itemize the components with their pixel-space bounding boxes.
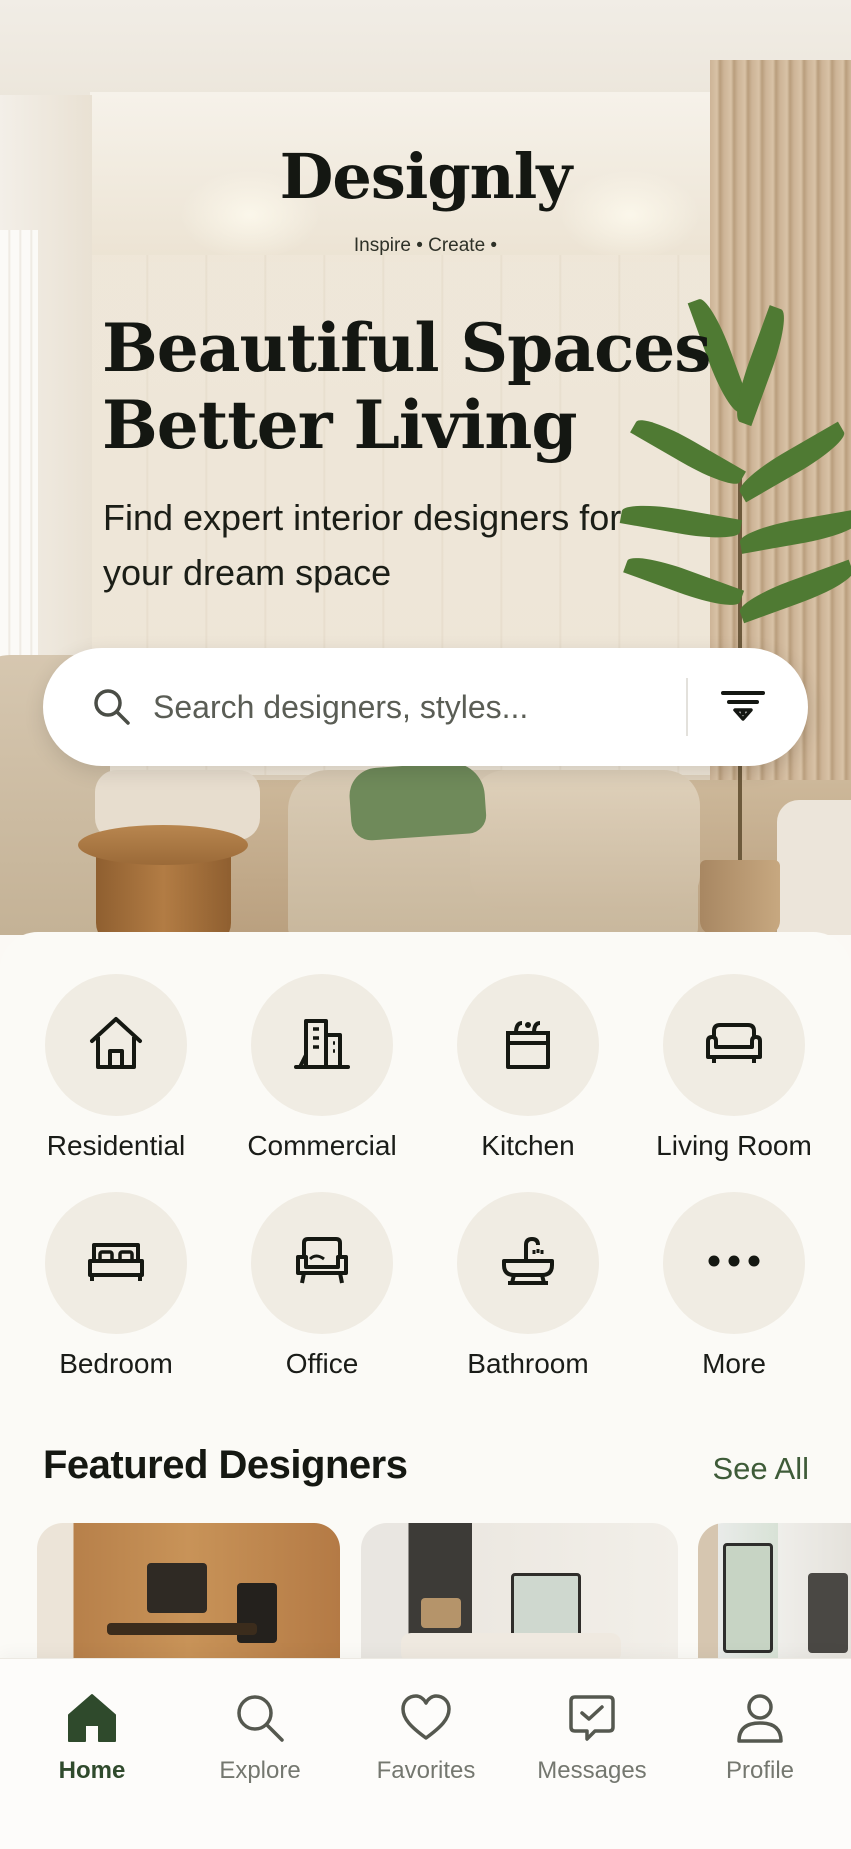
hero-green-pillow	[347, 760, 488, 842]
featured-designers-carousel[interactable]	[0, 1523, 851, 1663]
office-chair-icon	[290, 1229, 354, 1298]
hero-headline: Beautiful Spaces Better Living	[102, 309, 711, 464]
filter-icon	[719, 681, 767, 734]
category-icon-circle	[663, 1192, 805, 1334]
nav-home[interactable]: Home	[7, 1689, 177, 1785]
hero-headline-line2: Better Living	[102, 386, 578, 464]
see-all-link[interactable]: See All	[712, 1451, 809, 1487]
category-label: Residential	[46, 1130, 186, 1161]
card-window	[723, 1543, 773, 1653]
more-dots-icon	[704, 1251, 764, 1276]
card-shelf	[808, 1573, 848, 1653]
category-commercial[interactable]: Commercial	[219, 974, 425, 1162]
hero-plant-pot	[700, 860, 780, 935]
nav-label: Home	[58, 1757, 126, 1784]
home-icon	[7, 1689, 177, 1747]
category-icon-circle	[251, 974, 393, 1116]
card-table	[107, 1623, 257, 1635]
hero-window	[0, 230, 38, 660]
designer-card[interactable]	[37, 1523, 340, 1663]
category-label: More	[702, 1348, 766, 1379]
category-icon-circle	[251, 1192, 393, 1334]
category-kitchen[interactable]: Kitchen	[425, 974, 631, 1162]
hero-subheadline: Find expert interior designers for your …	[103, 497, 622, 593]
featured-designers-title: Featured Designers	[43, 1443, 408, 1487]
brand-tagline: Inspire • Create •	[353, 235, 498, 256]
category-living-room[interactable]: Living Room	[631, 974, 837, 1162]
nav-label: Messages	[537, 1757, 647, 1784]
search-input[interactable]	[153, 674, 713, 740]
bottom-navigation: Home Explore Favorites Messages Profile	[0, 1658, 851, 1849]
nav-explore[interactable]: Explore	[175, 1689, 345, 1785]
kitchen-icon	[496, 1011, 560, 1080]
nav-label: Explore	[219, 1757, 301, 1784]
category-more[interactable]: More	[631, 1192, 837, 1380]
category-icon-circle	[457, 974, 599, 1116]
card-artwork	[147, 1563, 207, 1613]
category-label: Living Room	[656, 1130, 812, 1161]
category-label: Bathroom	[467, 1348, 589, 1379]
nav-favorites[interactable]: Favorites	[341, 1689, 511, 1785]
nav-label: Favorites	[376, 1757, 476, 1784]
search-divider	[686, 678, 688, 736]
nav-profile[interactable]: Profile	[675, 1689, 845, 1785]
designer-card[interactable]	[361, 1523, 678, 1663]
message-icon	[507, 1689, 677, 1747]
bed-icon	[82, 1229, 150, 1298]
heart-icon	[341, 1689, 511, 1747]
nav-messages[interactable]: Messages	[507, 1689, 677, 1785]
hero-chair-right	[777, 800, 851, 935]
building-icon	[290, 1011, 354, 1080]
house-icon	[84, 1011, 148, 1080]
card-artwork	[421, 1598, 461, 1628]
category-bathroom[interactable]: Bathroom	[425, 1192, 631, 1380]
search-icon	[175, 1689, 345, 1747]
category-icon-circle	[45, 1192, 187, 1334]
category-icon-circle	[45, 974, 187, 1116]
category-office[interactable]: Office	[219, 1192, 425, 1380]
category-icon-circle	[663, 974, 805, 1116]
nav-label: Profile	[725, 1757, 795, 1784]
category-label: Office	[285, 1348, 359, 1379]
search-icon	[91, 686, 133, 728]
bathtub-icon	[496, 1229, 560, 1298]
hero-sofa-arm	[470, 770, 700, 910]
category-bedroom[interactable]: Bedroom	[13, 1192, 219, 1380]
hero-side-table-top	[78, 825, 248, 865]
brand-logo: Designly	[279, 140, 573, 213]
category-label: Bedroom	[59, 1348, 173, 1379]
category-icon-circle	[457, 1192, 599, 1334]
filter-button[interactable]	[708, 678, 778, 736]
hero-section: Designly Inspire • Create • Beautiful Sp…	[0, 0, 851, 935]
profile-icon	[675, 1689, 845, 1747]
search-bar[interactable]	[43, 648, 808, 766]
category-residential[interactable]: Residential	[13, 974, 219, 1162]
designer-card[interactable]	[698, 1523, 851, 1663]
sofa-icon	[700, 1011, 768, 1080]
category-label: Kitchen	[481, 1130, 575, 1161]
hero-headline-line1: Beautiful Spaces	[102, 309, 711, 387]
category-label: Commercial	[247, 1130, 397, 1161]
